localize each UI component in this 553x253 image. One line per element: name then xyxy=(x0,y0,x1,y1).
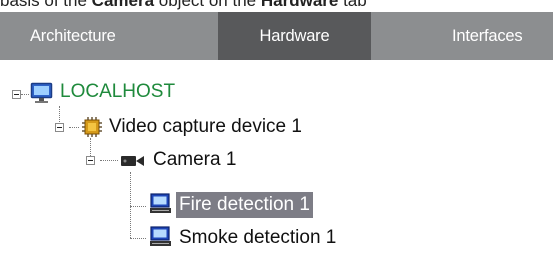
tab-architecture[interactable]: Architecture xyxy=(0,12,218,60)
caption-text-3: tab xyxy=(338,0,367,10)
tree-node-camera-label: Camera 1 xyxy=(153,149,237,170)
tree-connector xyxy=(90,138,91,156)
document-caption: basis of the Camera object on the Hardwa… xyxy=(0,0,553,11)
chip-icon xyxy=(82,117,102,137)
detector-computer-icon xyxy=(150,193,171,213)
computer-monitor-icon xyxy=(30,82,53,103)
collapse-toggle-capture-device[interactable] xyxy=(55,123,64,132)
tree-connector xyxy=(130,172,131,238)
tree-connector xyxy=(100,160,118,161)
tree-node-fire-detection-label: Fire detection 1 xyxy=(176,192,313,218)
tab-interfaces[interactable]: Interfaces xyxy=(371,12,553,60)
tree-node-smoke-detection-label: Smoke detection 1 xyxy=(179,227,337,248)
tab-hardware-label: Hardware xyxy=(259,26,330,45)
tree-connector xyxy=(130,206,146,207)
tab-hardware[interactable]: Hardware xyxy=(218,12,371,60)
tree-connector xyxy=(21,94,29,95)
tree-node-localhost-label: LOCALHOST xyxy=(60,81,176,102)
hardware-tree: LOCALHOST Video capture device 1 Camera … xyxy=(0,60,553,248)
collapse-toggle-localhost[interactable] xyxy=(12,90,21,99)
tree-node-smoke-detection[interactable]: Smoke detection 1 xyxy=(176,223,339,253)
caption-bold-hardware: Hardware xyxy=(260,0,339,10)
tab-interfaces-label: Interfaces xyxy=(452,26,523,45)
tree-node-video-capture-device[interactable]: Video capture device 1 xyxy=(106,112,305,142)
tab-bar: Architecture Hardware Interfaces xyxy=(0,12,553,60)
caption-bold-camera: Camera xyxy=(91,0,155,10)
tree-connector xyxy=(59,106,60,124)
tree-connector xyxy=(69,127,79,128)
tree-node-localhost[interactable]: LOCALHOST xyxy=(57,77,178,107)
tree-node-video-capture-device-label: Video capture device 1 xyxy=(109,116,302,137)
tree-connector xyxy=(130,238,146,239)
tab-architecture-label: Architecture xyxy=(30,26,116,45)
video-camera-icon xyxy=(121,156,144,166)
caption-text-2: object on the xyxy=(154,0,261,10)
collapse-toggle-camera[interactable] xyxy=(86,156,95,165)
tree-node-fire-detection[interactable]: Fire detection 1 xyxy=(176,190,313,220)
tree-node-camera[interactable]: Camera 1 xyxy=(150,145,239,175)
detector-computer-icon xyxy=(150,226,171,246)
caption-text-1: basis of the xyxy=(0,0,92,10)
